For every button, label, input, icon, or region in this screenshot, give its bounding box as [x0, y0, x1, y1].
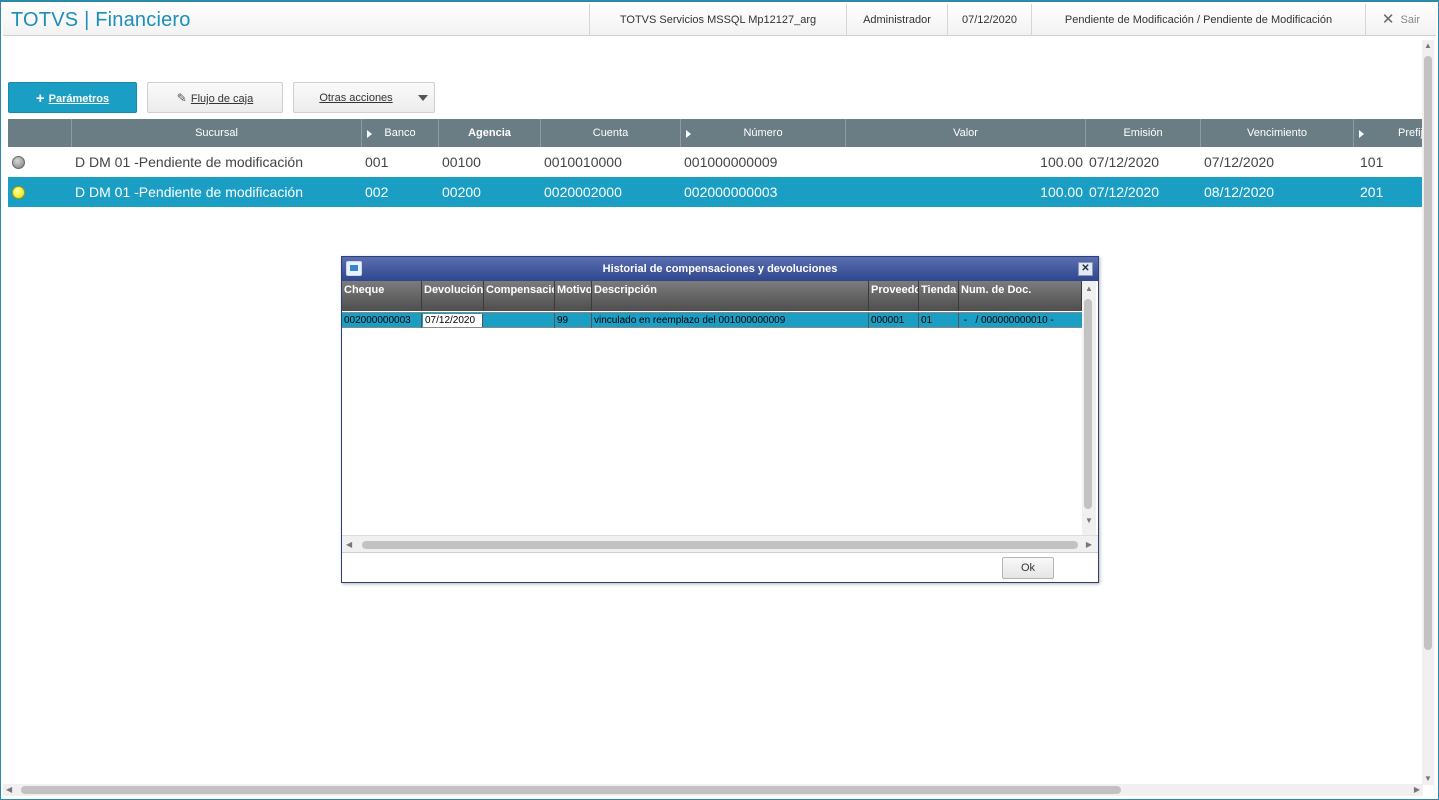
- history-grid-header: Cheque Devolución Compensación Motivo De…: [342, 281, 1082, 311]
- column-header-vencimiento[interactable]: Vencimiento: [1201, 119, 1354, 147]
- cash-flow-label: Flujo de caja: [190, 93, 254, 105]
- cell-num-doc: - / 000000000010 -: [961, 315, 1054, 326]
- column-header-compensacion[interactable]: Compensación: [484, 281, 555, 311]
- window-icon: [346, 261, 362, 276]
- column-header-motivo[interactable]: Motivo: [555, 281, 592, 311]
- context-label: Pendiente de Modificación / Pendiente de…: [1031, 4, 1365, 36]
- parameters-button[interactable]: + Parámetros: [8, 82, 137, 113]
- dialog-horizontal-scrollbar[interactable]: ◀ ▶: [342, 535, 1098, 553]
- ok-button[interactable]: Ok: [1002, 557, 1054, 579]
- cell-banco: 001: [365, 154, 389, 170]
- horizontal-scrollbar[interactable]: ◀ ▶: [3, 784, 1423, 796]
- dialog-close-button[interactable]: ✕: [1078, 262, 1093, 276]
- scroll-thumb[interactable]: [1424, 56, 1432, 650]
- cell-agencia: 00200: [442, 184, 481, 200]
- scroll-right-icon[interactable]: ▶: [1414, 784, 1420, 796]
- cell-sucursal: D DM 01 -Pendiente de modificación: [75, 184, 304, 200]
- close-icon: ✕: [1381, 11, 1395, 28]
- cell-valor: 100.00: [1040, 154, 1083, 170]
- cell-devolucion[interactable]: 07/12/2020: [423, 314, 483, 327]
- table-row-selected[interactable]: D DM 01 -Pendiente de modificación 002 0…: [8, 177, 1423, 207]
- scroll-thumb[interactable]: [1084, 299, 1092, 509]
- cell-motivo: 99: [555, 313, 592, 328]
- column-header-descripcion[interactable]: Descripción: [592, 281, 869, 311]
- column-header-banco[interactable]: Banco: [362, 119, 439, 147]
- header-bar: TOTVS | Financiero TOTVS Servicios MSSQL…: [3, 4, 1436, 36]
- app-window: TOTVS | Financiero TOTVS Servicios MSSQL…: [0, 0, 1439, 800]
- vertical-scrollbar[interactable]: ▲ ▼: [1422, 40, 1434, 785]
- cell-emision: 07/12/2020: [1089, 154, 1160, 170]
- scroll-right-icon[interactable]: ▶: [1086, 539, 1092, 551]
- sort-arrow-icon: [1359, 130, 1364, 138]
- column-header-cuenta[interactable]: Cuenta: [541, 119, 681, 147]
- parameters-label: Parámetros: [48, 93, 110, 105]
- cell-banco: 002: [365, 184, 389, 200]
- column-header-num-doc[interactable]: Num. de Doc.: [959, 281, 1082, 311]
- other-actions-dropdown[interactable]: Otras acciones: [293, 82, 435, 113]
- exit-label: Sair: [1400, 14, 1421, 26]
- cell-sucursal: D DM 01 -Pendiente de modificación: [75, 154, 304, 170]
- status-column-header[interactable]: [8, 119, 72, 147]
- cell-valor: 100.00: [1040, 184, 1083, 200]
- table-row[interactable]: D DM 01 -Pendiente de modificación 001 0…: [8, 147, 1423, 177]
- scroll-thumb[interactable]: [21, 786, 1121, 794]
- cell-numero: 002000000003: [684, 184, 778, 200]
- history-row[interactable]: 002000000003 07/12/2020 99 vinculado en …: [342, 312, 1082, 328]
- dialog-footer: Ok: [342, 552, 1098, 582]
- column-header-tienda[interactable]: Tienda: [919, 281, 959, 311]
- history-grid: Cheque Devolución Compensación Motivo De…: [342, 281, 1098, 553]
- exit-button[interactable]: ✕ Sair: [1365, 4, 1436, 36]
- other-actions-label: Otras acciones: [319, 92, 393, 104]
- scroll-up-icon[interactable]: ▲: [1085, 283, 1093, 295]
- column-header-emision[interactable]: Emisión: [1086, 119, 1201, 147]
- cell-compensacion: [484, 313, 555, 328]
- cell-cuenta: 0020002000: [544, 184, 622, 200]
- history-dialog: Historial de compensaciones y devolucion…: [341, 256, 1099, 583]
- cheques-grid: Sucursal Banco Agencia Cuenta Número Val…: [8, 119, 1423, 207]
- scroll-up-icon[interactable]: ▲: [1424, 40, 1432, 52]
- scroll-down-icon[interactable]: ▼: [1085, 515, 1093, 527]
- cell-proveedor: 000001: [869, 313, 919, 328]
- user-label: Administrador: [846, 4, 947, 36]
- column-header-devolucion[interactable]: Devolución: [422, 281, 484, 311]
- cell-vencimiento: 07/12/2020: [1204, 154, 1275, 170]
- scroll-down-icon[interactable]: ▼: [1424, 773, 1432, 785]
- dialog-title: Historial de compensaciones y devolucion…: [602, 263, 838, 275]
- chevron-down-icon: [418, 95, 428, 101]
- cell-numero: 001000000009: [684, 154, 778, 170]
- cell-vencimiento: 08/12/2020: [1204, 184, 1275, 200]
- cell-cuenta: 0010010000: [544, 154, 622, 170]
- sort-arrow-icon: [367, 130, 372, 138]
- column-header-prefijo[interactable]: Prefijo: [1354, 119, 1423, 147]
- sort-arrow-icon: [686, 130, 691, 138]
- scroll-left-icon[interactable]: ◀: [6, 784, 12, 796]
- cell-cheque: 002000000003: [342, 313, 422, 328]
- column-header-proveedor[interactable]: Proveedor: [869, 281, 919, 311]
- column-header-numero[interactable]: Número: [681, 119, 846, 147]
- column-header-sucursal[interactable]: Sucursal: [72, 119, 362, 147]
- column-header-valor[interactable]: Valor: [846, 119, 1086, 147]
- cell-prefijo: 101: [1360, 154, 1384, 170]
- scroll-left-icon[interactable]: ◀: [346, 539, 352, 551]
- pencil-icon: ✎: [176, 91, 187, 105]
- status-yellow-icon: [12, 186, 25, 199]
- cash-flow-button[interactable]: ✎ Flujo de caja: [147, 82, 283, 113]
- dialog-vertical-scrollbar[interactable]: ▲ ▼: [1082, 281, 1096, 535]
- scroll-thumb[interactable]: [362, 541, 1078, 549]
- cell-tienda: 01: [919, 313, 959, 328]
- cell-agencia: 00100: [442, 154, 481, 170]
- dialog-title-bar[interactable]: Historial de compensaciones y devolucion…: [342, 257, 1098, 281]
- status-gray-icon: [12, 156, 25, 169]
- cell-emision: 07/12/2020: [1089, 184, 1160, 200]
- app-title: TOTVS | Financiero: [11, 9, 191, 31]
- column-header-agencia[interactable]: Agencia: [439, 119, 541, 147]
- column-header-cheque[interactable]: Cheque: [342, 281, 422, 311]
- plus-icon: +: [35, 90, 45, 107]
- date-label: 07/12/2020: [947, 4, 1031, 36]
- cell-prefijo: 201: [1360, 184, 1384, 200]
- grid-header: Sucursal Banco Agencia Cuenta Número Val…: [8, 119, 1423, 147]
- cell-descripcion: vinculado en reemplazo del 001000000009: [592, 313, 869, 328]
- environment-label: TOTVS Servicios MSSQL Mp12127_arg: [589, 4, 846, 36]
